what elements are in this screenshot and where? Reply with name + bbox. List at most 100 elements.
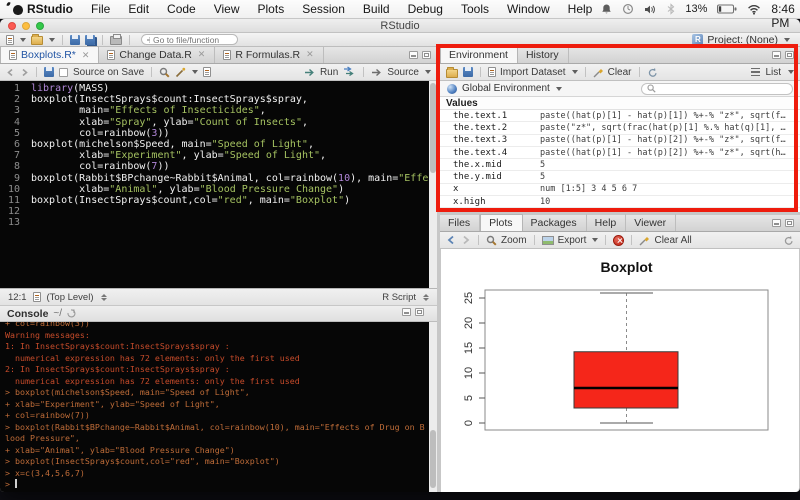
- menu-view[interactable]: View: [205, 0, 249, 18]
- environment-search-box[interactable]: [641, 82, 793, 95]
- remove-plot-button[interactable]: [613, 234, 625, 246]
- tab-viewer[interactable]: Viewer: [626, 214, 677, 231]
- tab-plots[interactable]: Plots: [480, 214, 523, 231]
- save-workspace-icon[interactable]: [463, 67, 473, 77]
- menu-debug[interactable]: Debug: [399, 0, 452, 18]
- back-icon[interactable]: [6, 68, 15, 77]
- maximize-pane-icon[interactable]: [785, 219, 794, 227]
- wifi-icon[interactable]: [747, 4, 761, 15]
- close-icon[interactable]: ✕: [306, 49, 314, 60]
- code-tools-button[interactable]: [175, 67, 199, 78]
- menu-tools[interactable]: Tools: [452, 0, 498, 18]
- tab-boxplots-r[interactable]: Boxplots.R* ✕: [0, 46, 100, 63]
- source-on-save-checkbox[interactable]: [59, 67, 68, 77]
- bell-icon[interactable]: [601, 3, 612, 15]
- source-button[interactable]: Source: [371, 67, 431, 78]
- maximize-pane-icon[interactable]: [785, 51, 794, 59]
- previous-plot-icon[interactable]: [446, 235, 456, 245]
- volume-icon[interactable]: [644, 4, 657, 15]
- console-scrollbar[interactable]: [429, 322, 437, 492]
- open-file-button[interactable]: [31, 34, 55, 45]
- environment-object-row[interactable]: the.text.1 paste((hat(p)[1] - hat(p)[1]) …: [440, 110, 800, 123]
- console-scrollbar-thumb[interactable]: [430, 430, 436, 488]
- code-line[interactable]: 8 col=rainbow(7)): [0, 161, 437, 172]
- maximize-pane-icon[interactable]: [422, 51, 431, 59]
- code-line[interactable]: 3 main="Effects of Insecticides",: [0, 105, 437, 116]
- environment-object-row[interactable]: the.x.mid 5: [440, 159, 800, 172]
- menu-help[interactable]: Help: [559, 0, 602, 18]
- save-all-button[interactable]: [85, 34, 95, 45]
- code-line[interactable]: 5 col=rainbow(3)): [0, 128, 437, 139]
- console-header[interactable]: Console ~/: [0, 306, 437, 322]
- compile-notebook-icon[interactable]: [203, 67, 212, 77]
- menu-build[interactable]: Build: [354, 0, 399, 18]
- forward-icon[interactable]: [20, 68, 29, 77]
- code-line[interactable]: 13: [0, 217, 437, 228]
- menu-file[interactable]: File: [82, 0, 119, 18]
- goto-file-input[interactable]: [153, 34, 233, 45]
- tab-r-formulas-r[interactable]: R Formulas.R ✕: [215, 46, 324, 63]
- code-line[interactable]: 7 xlab="Experiment", ylab="Speed of Ligh…: [0, 150, 437, 161]
- project-menu-button[interactable]: R Project: (None): [692, 34, 794, 46]
- environment-object-row[interactable]: x num [1:5] 3 4 5 6 7: [440, 184, 800, 197]
- editor-scrollbar-thumb[interactable]: [430, 83, 436, 173]
- refresh-icon[interactable]: [647, 67, 658, 78]
- menu-code[interactable]: Code: [158, 0, 205, 18]
- menu-window[interactable]: Window: [498, 0, 559, 18]
- console-prompt[interactable]: >: [5, 479, 429, 491]
- code-line[interactable]: 6 boxplot(michelson$Speed, main="Speed of…: [0, 139, 437, 150]
- tab-change-data-r[interactable]: Change Data.R ✕: [99, 46, 216, 63]
- run-button[interactable]: Run: [304, 67, 338, 78]
- next-plot-icon[interactable]: [461, 235, 471, 245]
- tab-files[interactable]: Files: [440, 214, 481, 231]
- code-line[interactable]: 1 library(MASS): [0, 83, 437, 94]
- minimize-pane-icon[interactable]: [772, 219, 781, 227]
- zoom-plot-button[interactable]: Zoom: [486, 235, 527, 246]
- environment-object-row[interactable]: x.high 10: [440, 196, 800, 209]
- minimize-pane-icon[interactable]: [402, 307, 411, 316]
- environment-object-row[interactable]: the.y.mid 5: [440, 171, 800, 184]
- goto-file-search[interactable]: [141, 34, 238, 45]
- tab-packages[interactable]: Packages: [523, 214, 587, 231]
- export-plot-button[interactable]: Export: [541, 235, 599, 246]
- menu-plots[interactable]: Plots: [249, 0, 294, 18]
- bluetooth-icon[interactable]: [667, 3, 675, 15]
- open-in-window-icon[interactable]: [67, 309, 76, 318]
- maximize-pane-icon[interactable]: [415, 307, 424, 316]
- environment-object-row[interactable]: the.text.3 paste((hat(p)[1] - hat(p)[2]) …: [440, 135, 800, 147]
- rerun-button[interactable]: [343, 65, 356, 79]
- tab-history[interactable]: History: [518, 46, 569, 63]
- environment-scope-selector[interactable]: Global Environment: [462, 83, 562, 94]
- refresh-icon[interactable]: [783, 235, 794, 246]
- editor-scrollbar[interactable]: [429, 81, 437, 288]
- load-workspace-icon[interactable]: [446, 66, 458, 78]
- tab-environment[interactable]: Environment: [440, 46, 518, 63]
- battery-icon[interactable]: [717, 4, 737, 14]
- code-line[interactable]: 12: [0, 206, 437, 217]
- code-line[interactable]: 4 xlab="Spray", ylab="Count of Insects",: [0, 117, 437, 128]
- minimize-pane-icon[interactable]: [772, 51, 781, 59]
- timer-icon[interactable]: [622, 3, 634, 15]
- scope-selector[interactable]: (Top Level): [47, 292, 107, 303]
- find-icon[interactable]: [159, 67, 170, 78]
- console-output[interactable]: + col=rainbow(3)) Warning messages: 1: In …: [0, 322, 429, 492]
- close-icon[interactable]: ✕: [82, 50, 90, 61]
- new-file-button[interactable]: [6, 34, 26, 45]
- code-line[interactable]: 2 boxplot(InsectSprays$count:InsectSprays…: [0, 94, 437, 105]
- doc-type-selector[interactable]: R Script: [382, 292, 429, 303]
- close-icon[interactable]: ✕: [198, 49, 206, 60]
- clear-workspace-button[interactable]: Clear: [593, 67, 632, 78]
- environment-object-row[interactable]: the.text.2 paste("z*", sqrt(frac(hat(p)[1…: [440, 122, 800, 135]
- code-editor[interactable]: 1 library(MASS) 2 boxplot(InsectSprays$coun…: [0, 81, 437, 288]
- clear-all-plots-button[interactable]: Clear All: [639, 235, 692, 246]
- menu-clock[interactable]: Thu 8:46 PM: [771, 0, 794, 30]
- environment-object-row[interactable]: the.text.4 paste((hat(p)[1] - hat(p)[2]) …: [440, 147, 800, 160]
- import-dataset-button[interactable]: Import Dataset: [488, 67, 578, 78]
- save-button[interactable]: [70, 34, 80, 45]
- minimize-pane-icon[interactable]: [409, 51, 418, 59]
- code-line[interactable]: 11 boxplot(InsectSprays$count,col="red", …: [0, 195, 437, 206]
- menu-edit[interactable]: Edit: [119, 0, 158, 18]
- code-line[interactable]: 9 boxplot(Rabbit$BPchange~Rabbit$Animal, …: [0, 173, 437, 184]
- env-display-mode[interactable]: List: [751, 67, 794, 78]
- tab-help[interactable]: Help: [587, 214, 627, 231]
